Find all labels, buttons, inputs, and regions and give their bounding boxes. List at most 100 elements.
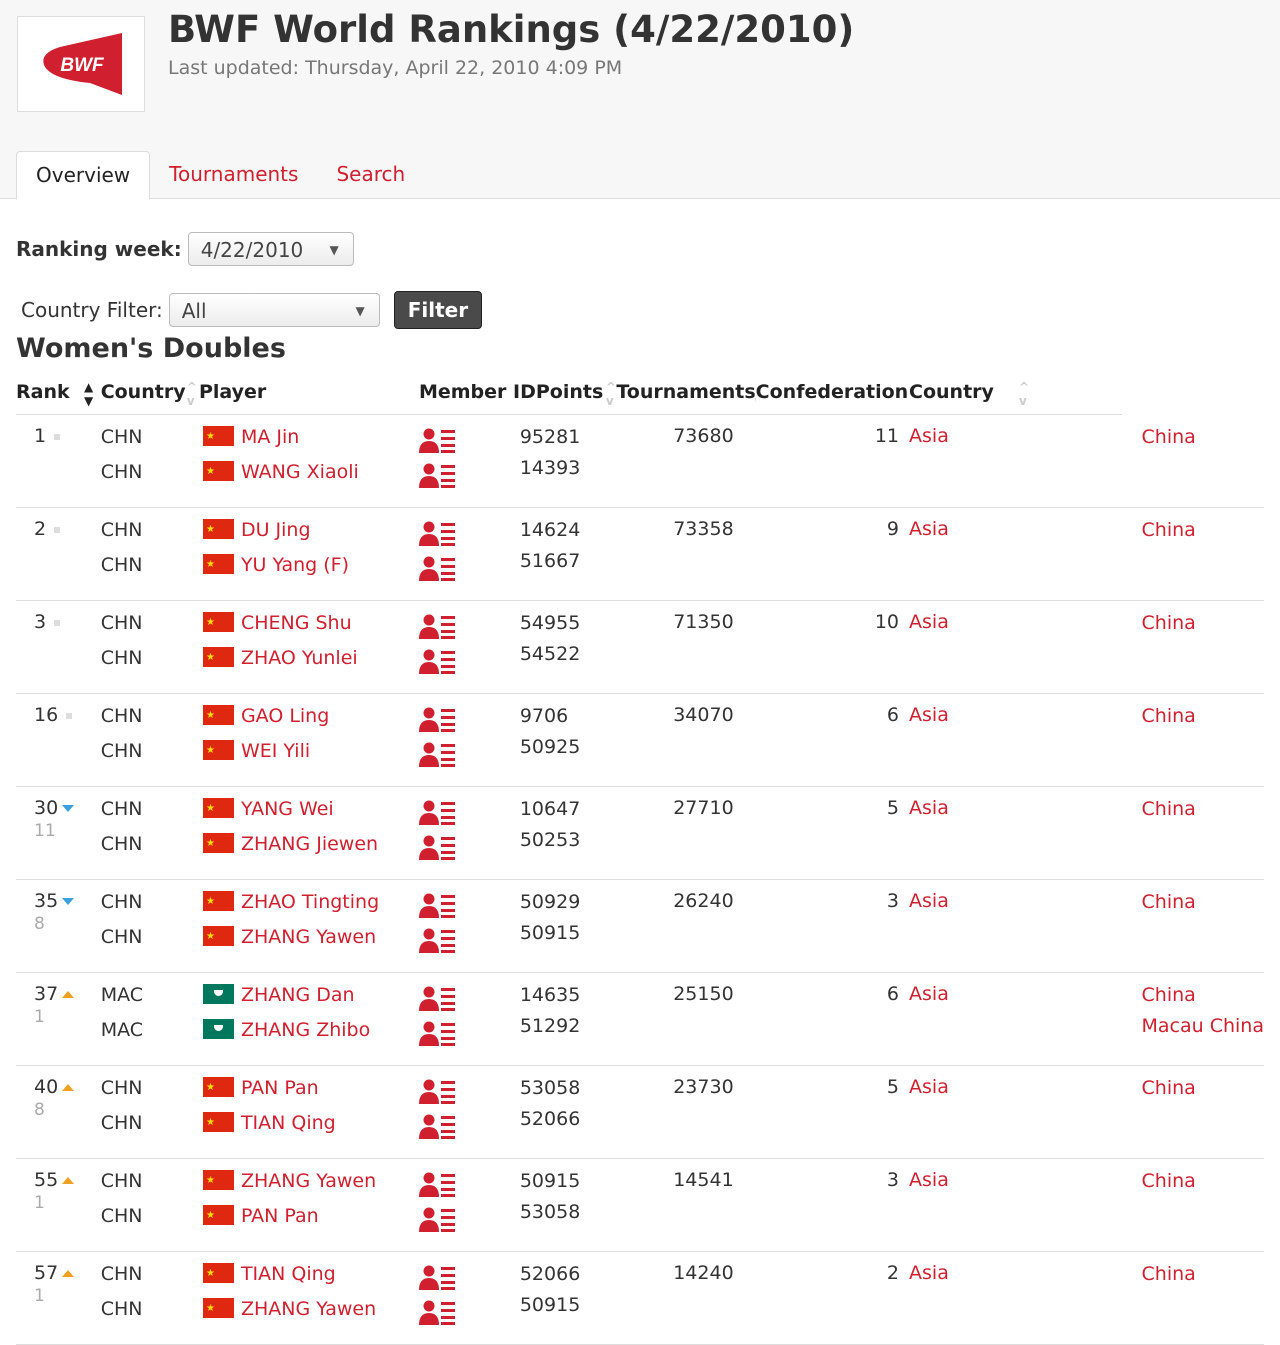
player-country-code: CHN [100,554,143,576]
bwf-logo[interactable]: BWF [17,16,145,112]
chevron-down-icon: ▼ [329,243,339,257]
col-rank[interactable]: Rank ▲ ▼ [16,370,101,415]
country-link[interactable]: China [1142,612,1196,634]
player-country-code: MAC [100,1019,144,1041]
player-country-code: CHN [100,461,143,483]
player-profile-icon[interactable] [418,1206,456,1238]
player-link[interactable]: YU Yang (F) [241,554,349,576]
player-link[interactable]: WANG Xiaoli [241,461,359,483]
player-link[interactable]: ZHANG Zhibo [241,1019,370,1041]
points-value: 25150 [673,983,734,1005]
player-profile-icon[interactable] [418,1264,456,1296]
col-country-name[interactable]: Country ^ v [909,370,1122,415]
player-profile-icon[interactable] [418,555,456,587]
points-value: 34070 [673,704,734,726]
player-country-code: CHN [100,1298,143,1320]
player-link[interactable]: ZHAO Tingting [241,891,379,913]
confederation-link[interactable]: Asia [909,425,949,447]
filter-button[interactable]: Filter [393,291,483,329]
player-link[interactable]: ZHANG Yawen [241,926,376,948]
country-link[interactable]: China [1142,984,1196,1006]
tab-tournaments[interactable]: Tournaments [150,151,317,197]
confederation-link[interactable]: Asia [909,1076,949,1098]
country-filter-row: Country Filter: All ▼ Filter [21,291,483,329]
country-link[interactable]: China [1142,519,1196,541]
player-profile-icon[interactable] [418,927,456,959]
confederation-link[interactable]: Asia [909,1169,949,1191]
chn-flag-icon [202,646,234,670]
tab-search[interactable]: Search [317,151,424,197]
tournaments-value: 6 [886,983,900,1005]
player-link[interactable]: ZHAO Yunlei [241,647,358,669]
player-profile-icon[interactable] [418,834,456,866]
country-link[interactable]: China [1142,1077,1196,1099]
no-change-icon [66,712,73,719]
confederation-link[interactable]: Asia [909,797,949,819]
player-profile-icon[interactable] [418,706,456,738]
player-profile-icon[interactable] [418,1113,456,1145]
player-profile-icon[interactable] [418,520,456,552]
country-link[interactable]: China [1142,798,1196,820]
player-link[interactable]: ZHANG Dan [241,984,355,1006]
member-id: 50929 [519,891,581,913]
ranking-week-select[interactable]: 4/22/2010 ▼ [187,232,354,266]
country-link[interactable]: China [1142,1263,1196,1285]
player-link[interactable]: GAO Ling [241,705,329,727]
player-link[interactable]: TIAN Qing [241,1263,336,1285]
player-link[interactable]: DU Jing [241,519,311,541]
player-profile-icon[interactable] [418,1020,456,1052]
player-profile-icon[interactable] [418,427,456,459]
section-title: Women's Doubles [16,333,286,364]
player-link[interactable]: YANG Wei [241,798,334,820]
col-points[interactable]: Points ^ v [535,370,617,415]
player-country-code: CHN [100,1077,143,1099]
country-filter-select[interactable]: All ▼ [168,293,380,327]
country-link[interactable]: China [1142,426,1196,448]
player-profile-icon[interactable] [418,613,456,645]
player-link[interactable]: PAN Pan [241,1205,319,1227]
ranking-week-value: 4/22/2010 [200,238,304,262]
player-profile-icon[interactable] [418,799,456,831]
sort-icon: ^v [186,380,197,408]
member-id: 52066 [519,1108,581,1130]
svg-text:BWF: BWF [60,55,105,76]
country-link[interactable]: China [1142,705,1196,727]
player-link[interactable]: MA Jin [241,426,299,448]
confederation-link[interactable]: Asia [909,611,949,633]
member-id: 9706 [519,705,569,727]
col-country[interactable]: Country ^ v [100,370,199,415]
player-profile-icon[interactable] [418,985,456,1017]
country-link[interactable]: China [1142,1170,1196,1192]
rank-value: 1 [34,425,47,447]
player-country-code: CHN [100,612,143,634]
page-title: BWF World Rankings (4/22/2010) [168,8,855,51]
player-profile-icon[interactable] [418,648,456,680]
col-confederation[interactable]: Confederation^v [755,370,919,415]
confederation-link[interactable]: Asia [909,890,949,912]
player-link[interactable]: WEI Yili [241,740,310,762]
player-profile-icon[interactable] [418,741,456,773]
tab-overview[interactable]: Overview [16,151,151,200]
player-link[interactable]: ZHANG Yawen [241,1298,376,1320]
player-profile-icon[interactable] [418,1171,456,1203]
player-link[interactable]: PAN Pan [241,1077,319,1099]
confederation-link[interactable]: Asia [909,983,949,1005]
country-link[interactable]: Macau China [1142,1015,1264,1037]
rank-value: 3 [34,611,47,633]
player-profile-icon[interactable] [418,1078,456,1110]
player-link[interactable]: ZHANG Jiewen [241,833,378,855]
rank-down-icon [62,898,75,905]
player-profile-icon[interactable] [418,892,456,924]
rank-up-icon [62,1177,75,1184]
player-link[interactable]: ZHANG Yawen [241,1170,376,1192]
country-link[interactable]: China [1142,891,1196,913]
confederation-link[interactable]: Asia [909,518,949,540]
player-link[interactable]: TIAN Qing [241,1112,336,1134]
player-profile-icon[interactable] [418,1299,456,1331]
confederation-link[interactable]: Asia [909,704,949,726]
col-player[interactable]: Player^v [198,370,439,415]
player-profile-icon[interactable] [418,462,456,494]
player-link[interactable]: CHENG Shu [241,612,352,634]
rank-change: 11 [34,821,56,841]
col-tournaments[interactable]: Tournaments^v [616,370,764,415]
